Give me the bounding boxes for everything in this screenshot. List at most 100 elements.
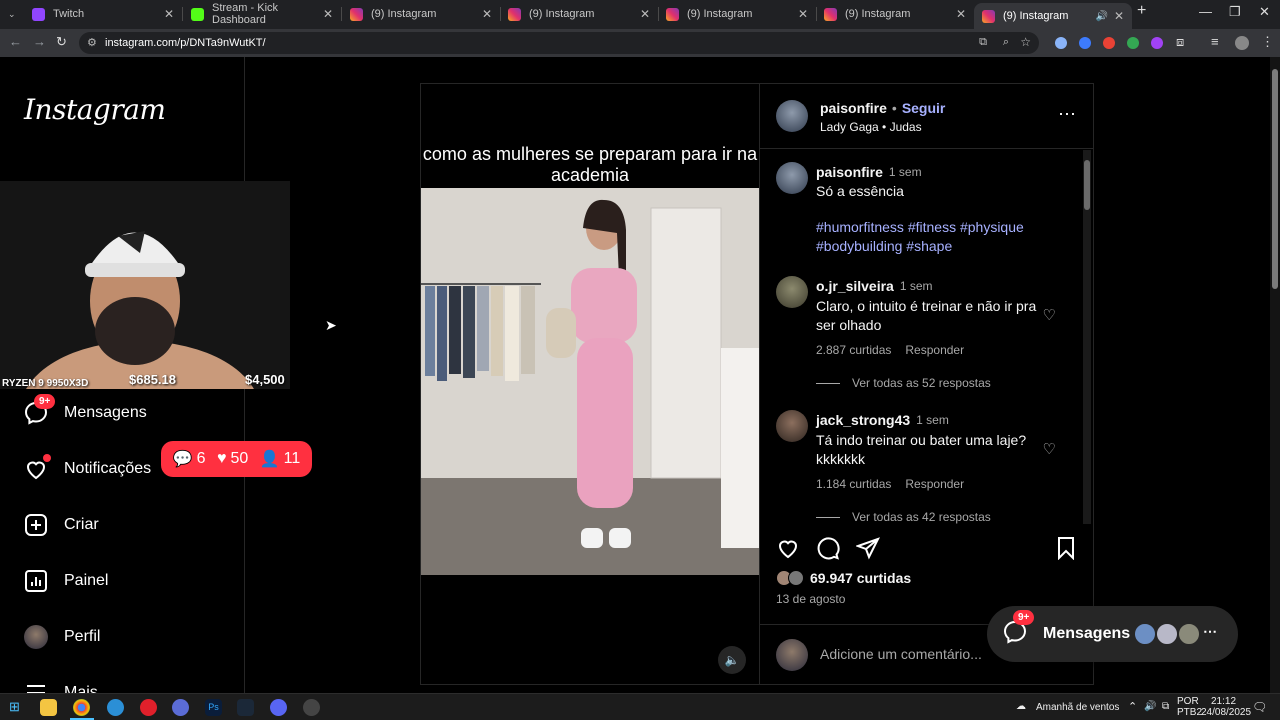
close-icon[interactable]: ✕ [956,7,966,21]
tab-kick[interactable]: Stream - Kick Dashboard ✕ [183,2,342,26]
caption-hashtags[interactable]: #humorfitness #fitness #physique #bodybu… [816,218,1036,256]
speaker-icon[interactable]: 🔊 [1096,11,1108,22]
network-icon[interactable]: ⧉ [1162,701,1169,712]
extension-icon[interactable] [1103,37,1115,49]
sidebar-item-painel[interactable]: Painel [24,569,108,593]
reload-icon[interactable]: ↻ [56,34,67,50]
author-username[interactable]: paisonfire [820,100,887,116]
media-controls-icon[interactable]: ≡ [1211,34,1219,49]
chart-icon [24,569,48,593]
like-comment-icon[interactable]: ♡ [1043,306,1056,324]
close-icon[interactable]: ✕ [164,7,174,21]
vpn-icon[interactable] [172,699,189,716]
tab-search-button[interactable]: ⌄ [0,3,16,25]
likes-row[interactable]: 69.947 curtidas [776,570,911,586]
close-icon[interactable]: ✕ [640,7,650,21]
view-replies-button[interactable]: Ver todas as 52 respostas [816,376,991,390]
steam-icon[interactable] [237,699,254,716]
messages-floating-button[interactable]: 9+ Mensagens ⋯ [987,606,1238,662]
menu-dots-icon[interactable]: ⋮ [1261,34,1274,50]
sidebar-item-criar[interactable]: Criar [24,513,99,537]
author-avatar[interactable] [776,162,808,194]
comment-likes[interactable]: 1.184 curtidas [816,477,891,491]
edge-icon[interactable] [107,699,124,716]
weather-text[interactable]: Amanhã de ventos [1036,702,1119,713]
close-icon[interactable]: ✕ [798,7,808,21]
puzzle-icon[interactable]: ⧈ [1176,34,1184,50]
extension-icon[interactable] [1079,37,1091,49]
speaker-icon[interactable]: 🔊 [1144,701,1156,712]
comments-scrollbar[interactable] [1083,150,1091,524]
photoshop-icon[interactable]: Ps [205,699,222,716]
clock-time[interactable]: 21:12 [1211,696,1236,707]
more-options-icon[interactable]: ⋯ [1058,104,1076,125]
url-text: instagram.com/p/DNTa9nWutKT/ [105,37,266,49]
comment-text: Claro, o intuito é treinar e não ir pra … [816,298,1037,333]
commenter-avatar[interactable] [776,410,808,442]
zoom-icon[interactable]: ⌕ [1003,36,1009,49]
tab-title: (9) Instagram [845,8,911,20]
profile-avatar[interactable] [1235,36,1249,50]
chevron-up-icon[interactable]: ⌃ [1128,700,1137,713]
instagram-icon [350,7,363,21]
follow-button[interactable]: Seguir [902,100,946,116]
commenter-avatar[interactable] [776,276,808,308]
tab-instagram-3[interactable]: (9) Instagram ✕ [658,3,817,25]
extension-icon[interactable] [1151,37,1163,49]
language-indicator[interactable]: POR [1177,696,1199,707]
extension-icon[interactable] [1127,37,1139,49]
file-explorer-icon[interactable] [40,699,57,716]
chrome-icon[interactable] [73,699,90,716]
instagram-logo[interactable]: Instagram [24,93,166,126]
save-bookmark-icon[interactable] [1054,536,1078,565]
tab-instagram-1[interactable]: (9) Instagram ✕ [342,3,501,25]
comment-username[interactable]: jack_strong43 [816,412,910,428]
browser-toolbar: ← → ↻ ⚙ instagram.com/p/DNTa9nWutKT/ ⧉ ⌕… [0,29,1280,57]
post-media[interactable]: como as mulheres se preparam para ir na … [421,84,759,684]
sidebar-item-perfil[interactable]: Perfil [24,625,100,649]
tab-title: Twitch [53,8,85,20]
close-window-button[interactable]: ✕ [1259,4,1270,20]
audio-label[interactable]: Lady Gaga • Judas [820,120,922,134]
tab-instagram-4[interactable]: (9) Instagram ✕ [816,3,974,25]
reply-button[interactable]: Responder [905,343,964,357]
view-replies-button[interactable]: Ver todas as 42 respostas [816,510,991,524]
reply-button[interactable]: Responder [905,477,964,491]
back-icon[interactable]: ← [9,34,22,49]
discord-icon[interactable] [270,699,287,716]
bookmark-star-icon[interactable]: ☆ [1020,35,1031,49]
opera-icon[interactable] [140,699,157,716]
share-icon[interactable] [855,536,880,565]
minimize-button[interactable]: — [1199,4,1212,19]
close-icon[interactable]: ✕ [323,7,333,21]
extension-shield-icon[interactable] [1055,37,1067,49]
unmute-button[interactable]: 🔈 [718,646,746,674]
like-comment-icon[interactable]: ♡ [1043,440,1056,458]
close-icon[interactable]: ✕ [482,7,492,21]
like-icon[interactable] [776,536,800,565]
comment-likes[interactable]: 2.887 curtidas [816,343,891,357]
comment-username[interactable]: o.jr_silveira [816,278,894,294]
new-tab-button[interactable]: + [1137,2,1146,20]
obs-icon[interactable] [303,699,320,716]
forward-icon[interactable]: → [33,34,46,49]
page-scrollbar[interactable] [1270,57,1280,693]
site-info-icon[interactable]: ⚙ [87,36,97,49]
cast-icon[interactable]: ⧉ [979,36,987,49]
notifications-tooltip[interactable]: 💬 6 ♥ 50 👤 11 [161,441,312,477]
caption-username[interactable]: paisonfire [816,164,883,180]
notification-center-icon[interactable]: 🗨 [1252,700,1267,714]
tab-twitch[interactable]: Twitch ✕ [24,3,183,25]
maximize-button[interactable]: ❐ [1229,4,1241,20]
comment-input[interactable]: Adicione um comentário... [820,646,982,662]
follows-count: 👤 11 [259,450,301,468]
close-icon[interactable]: ✕ [1114,9,1124,23]
tab-instagram-active[interactable]: (9) Instagram 🔊 ✕ [974,3,1132,29]
comment-icon[interactable] [816,536,840,565]
windows-start-icon[interactable]: ⊞ [9,699,26,716]
comment-time: 1 sem [899,279,933,293]
tab-instagram-2[interactable]: (9) Instagram ✕ [500,3,659,25]
video-frame[interactable] [421,188,759,575]
address-bar[interactable]: ⚙ instagram.com/p/DNTa9nWutKT/ ⧉ ⌕ ☆ [79,32,1039,54]
author-avatar[interactable] [776,100,808,132]
